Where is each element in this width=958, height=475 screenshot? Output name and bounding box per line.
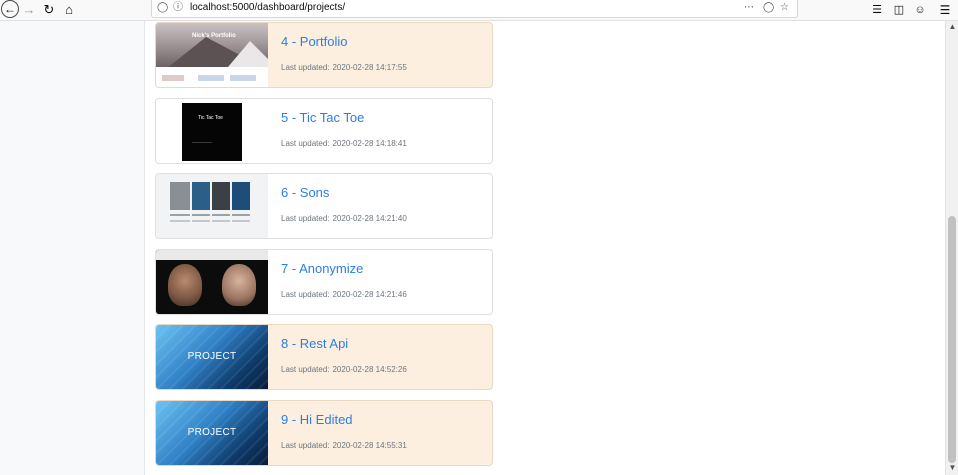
thumbnail-label: Nick's Portfolio	[192, 33, 236, 39]
project-card[interactable]: 7 - Anonymize Last updated: 2020-02-28 14…	[155, 249, 493, 315]
info-icon[interactable]: ⓘ	[173, 1, 183, 15]
scroll-up-arrow-icon[interactable]: ▲	[946, 21, 958, 33]
sidebar-icon[interactable]: ◫	[891, 2, 907, 18]
last-updated: Last updated: 2020-02-28 14:21:46	[281, 290, 407, 299]
project-card[interactable]: PROJECT 8 - Rest Api Last updated: 2020-0…	[155, 324, 493, 390]
page-actions-icon[interactable]: ⋯	[744, 1, 754, 15]
project-title-link[interactable]: 7 - Anonymize	[281, 261, 363, 276]
reload-icon[interactable]: ↻	[41, 2, 57, 18]
preview-text-lines: —————	[192, 139, 212, 144]
project-title-link[interactable]: 6 - Sons	[281, 185, 329, 200]
forward-arrow-icon[interactable]: →	[21, 2, 37, 18]
url-text[interactable]: localhost:5000/dashboard/projects/	[190, 2, 345, 13]
thumbnail-label: Tic Tac Toe	[198, 115, 223, 121]
project-thumbnail[interactable]: Tic Tac Toe —————	[156, 99, 268, 163]
last-updated: Last updated: 2020-02-28 14:18:41	[281, 139, 407, 148]
back-arrow-icon[interactable]: ←	[1, 0, 19, 18]
scroll-down-arrow-icon[interactable]: ▼	[946, 462, 958, 474]
portfolio-preview-strip	[156, 67, 268, 87]
project-thumbnail[interactable]	[156, 174, 268, 238]
blurred-face-image	[168, 264, 202, 306]
home-icon[interactable]: ⌂	[61, 2, 77, 18]
menu-icon[interactable]: ☰	[937, 2, 953, 18]
page-content: Nick's Portfolio 4 - Portfolio Last upda…	[0, 21, 945, 475]
project-card[interactable]: 6 - Sons Last updated: 2020-02-28 14:21:4…	[155, 173, 493, 239]
project-card[interactable]: Nick's Portfolio 4 - Portfolio Last upda…	[155, 22, 493, 88]
last-updated: Last updated: 2020-02-28 14:52:26	[281, 365, 407, 374]
project-card[interactable]: Tic Tac Toe ————— 5 - Tic Tac Toe Last u…	[155, 98, 493, 164]
project-title-link[interactable]: 9 - Hi Edited	[281, 412, 353, 427]
pocket-icon[interactable]: ◯	[763, 1, 774, 15]
tic-tac-toe-preview: Tic Tac Toe —————	[182, 103, 242, 161]
thumbnail-label: PROJECT	[187, 351, 237, 362]
vertical-scrollbar[interactable]: ▲ ▼	[945, 21, 958, 475]
project-thumbnail[interactable]	[156, 250, 268, 314]
address-bar[interactable]: ◯ ⓘ localhost:5000/dashboard/projects/ ⋯…	[151, 0, 798, 18]
left-pane	[0, 21, 145, 475]
face-image	[222, 264, 256, 306]
project-thumbnail[interactable]: PROJECT	[156, 325, 268, 389]
project-title-link[interactable]: 5 - Tic Tac Toe	[281, 110, 364, 125]
project-thumbnail[interactable]: PROJECT	[156, 401, 268, 465]
last-updated: Last updated: 2020-02-28 14:17:55	[281, 63, 407, 72]
scrollbar-thumb[interactable]	[948, 216, 956, 463]
bookmark-star-icon[interactable]: ☆	[780, 1, 789, 15]
project-thumbnail[interactable]: Nick's Portfolio	[156, 23, 268, 87]
last-updated: Last updated: 2020-02-28 14:21:40	[281, 214, 407, 223]
thumbnail-label: PROJECT	[187, 427, 237, 438]
library-icon[interactable]: ☰	[869, 2, 885, 18]
shield-icon[interactable]: ◯	[157, 1, 168, 15]
last-updated: Last updated: 2020-02-28 14:55:31	[281, 441, 407, 450]
browser-toolbar: ← → ↻ ⌂ ◯ ⓘ localhost:5000/dashboard/pro…	[0, 0, 958, 21]
mountain-image: Nick's Portfolio	[156, 23, 268, 69]
preview-toolbar	[156, 250, 268, 260]
project-card[interactable]: PROJECT 9 - Hi Edited Last updated: 2020-…	[155, 400, 493, 466]
project-title-link[interactable]: 4 - Portfolio	[281, 34, 347, 49]
account-icon[interactable]: ☺	[912, 2, 928, 18]
project-title-link[interactable]: 8 - Rest Api	[281, 336, 348, 351]
